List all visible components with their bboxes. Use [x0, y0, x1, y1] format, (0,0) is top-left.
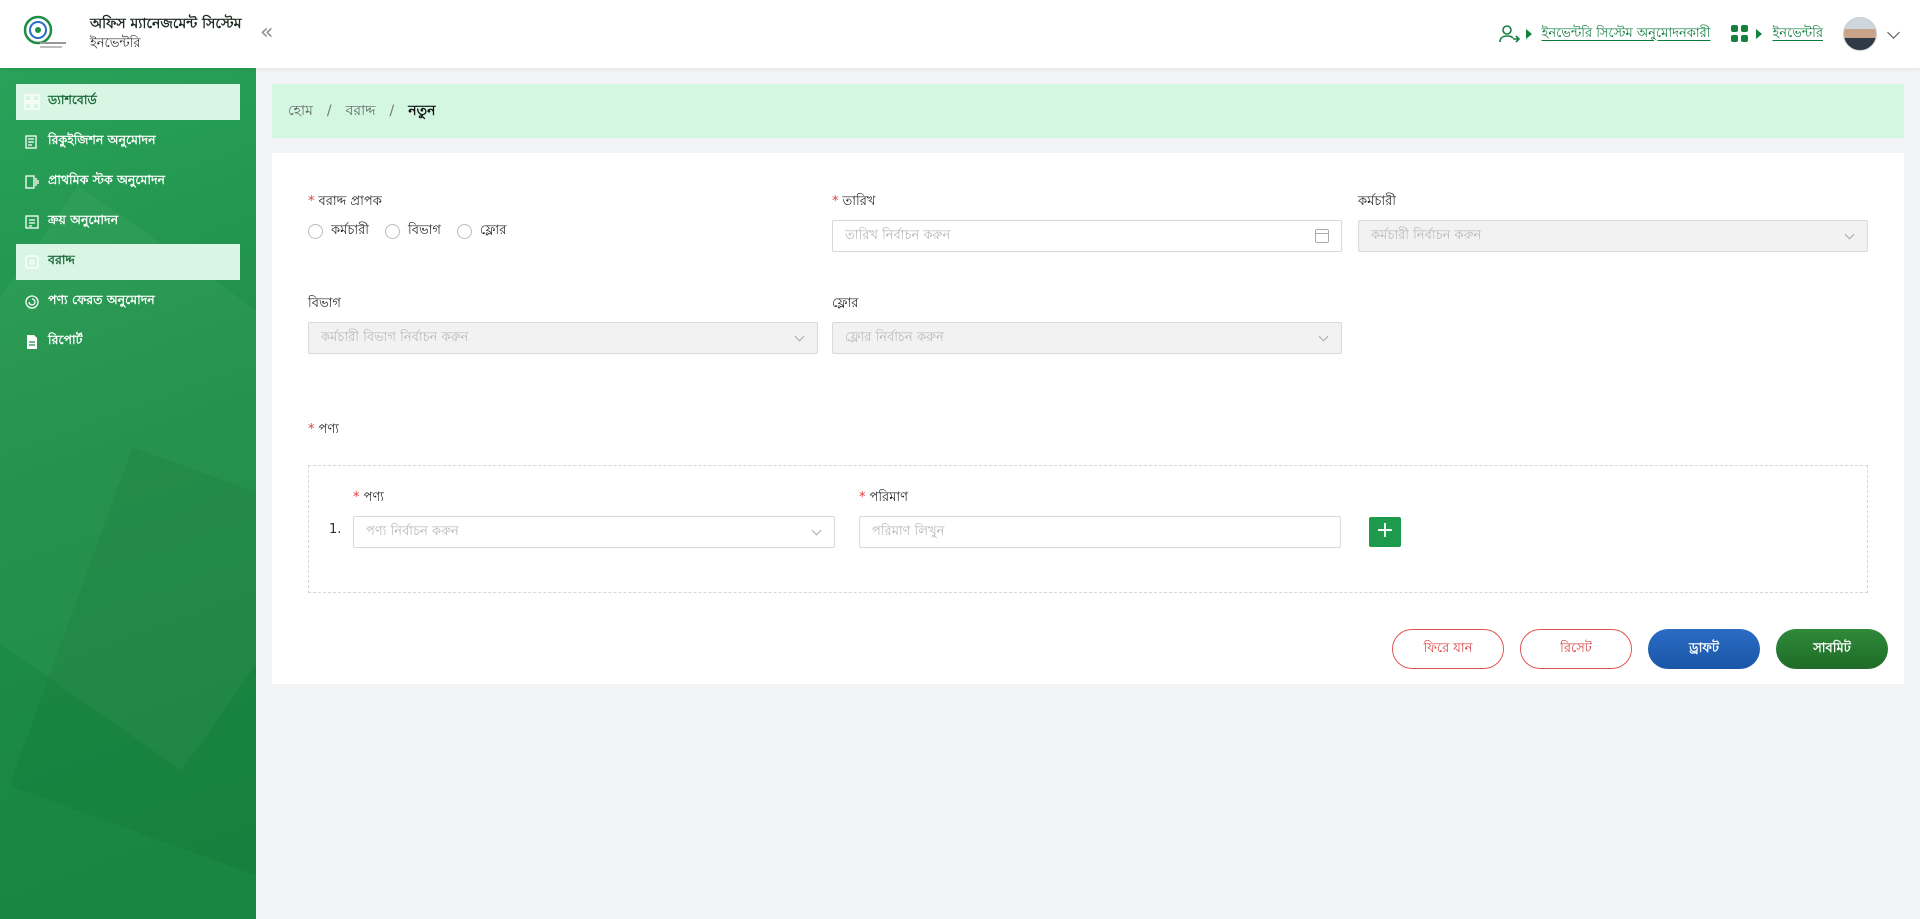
- report-icon: [24, 334, 40, 350]
- radio-label: কর্মচারী: [331, 223, 369, 238]
- breadcrumb-home[interactable]: হোম: [288, 99, 313, 123]
- chevron-down-icon: [811, 525, 822, 536]
- org-logo: [22, 14, 72, 52]
- products-label-text: পণ্য: [318, 422, 339, 437]
- caret-right-icon: [1525, 29, 1532, 39]
- product-placeholder: পণ্য নির্বাচন করুন: [366, 523, 459, 539]
- required-mark: *: [308, 194, 315, 209]
- module-link[interactable]: ইনভেন্টরি: [1772, 24, 1823, 45]
- date-picker[interactable]: তারিখ নির্বাচন করুন: [832, 220, 1342, 252]
- user-switch-icon: [1498, 23, 1520, 45]
- radio-circle[interactable]: [308, 224, 323, 239]
- sidebar: ড্যাশবোর্ড রিকুইজিশন অনুমোদন প্রাথমিক স্…: [0, 68, 256, 919]
- recipient-label: * বরাদ্দ প্রাপক: [308, 192, 382, 213]
- row-index: 1.: [329, 522, 342, 537]
- breadcrumb-separator: /: [389, 103, 395, 119]
- date-label: * তারিখ: [832, 192, 875, 213]
- quantity-label-text: পরিমাণ: [869, 490, 909, 505]
- required-mark: *: [832, 194, 839, 209]
- role-link[interactable]: ইনভেন্টরি সিস্টেম অনুমোদনকারী: [1542, 24, 1711, 45]
- employee-placeholder: কর্মচারী নির্বাচন করুন: [1371, 227, 1482, 243]
- sidebar-item-allocation[interactable]: বরাদ্দ: [16, 244, 240, 280]
- sidebar-item-label: বরাদ্দ: [48, 252, 75, 267]
- sidebar-item-label: ড্যাশবোর্ড: [48, 92, 97, 107]
- chevron-down-icon[interactable]: [1887, 25, 1900, 39]
- date-label-text: তারিখ: [842, 194, 876, 209]
- department-placeholder: কর্মচারী বিভাগ নির্বাচন করুন: [321, 329, 469, 345]
- return-icon: [24, 294, 40, 310]
- department-label: বিভাগ: [308, 296, 341, 311]
- back-button[interactable]: ফিরে যান: [1392, 629, 1504, 669]
- radio-employee[interactable]: কর্মচারী: [308, 221, 369, 242]
- dashboard-icon: [24, 94, 40, 110]
- sidebar-item-requisition[interactable]: রিকুইজিশন অনুমোদন: [16, 124, 240, 160]
- sidebar-item-label: প্রাথমিক স্টক অনুমোদন: [48, 172, 166, 187]
- floor-label: ফ্লোর: [832, 296, 859, 311]
- allocation-icon: [24, 254, 40, 270]
- radio-circle[interactable]: [456, 224, 472, 239]
- submit-button[interactable]: সাবমিট: [1776, 629, 1888, 669]
- sidebar-item-label: ক্রয় অনুমোদন: [48, 212, 119, 227]
- calendar-icon[interactable]: [1315, 229, 1329, 243]
- recipient-radio-group: কর্মচারী বিভাগ ফ্লোর: [308, 221, 522, 242]
- header-right: ইনভেন্টরি সিস্টেম অনুমোদনকারী ইনভেন্টরি: [1498, 14, 1900, 54]
- breadcrumb: হোম / বরাদ্দ / নতুন: [272, 84, 1904, 138]
- sidebar-item-initial-stock[interactable]: প্রাথমিক স্টক অনুমোদন: [16, 164, 240, 200]
- sidebar-nav: ড্যাশবোর্ড রিকুইজিশন অনুমোদন প্রাথমিক স্…: [16, 84, 240, 364]
- collapse-sidebar-button[interactable]: «: [260, 20, 282, 46]
- quantity-label: * পরিমাণ: [859, 488, 908, 509]
- chevron-down-icon: [794, 331, 805, 342]
- breadcrumb-current: নতুন: [408, 103, 436, 119]
- employee-select[interactable]: কর্মচারী নির্বাচন করুন: [1358, 220, 1868, 252]
- top-header: অফিস ম্যানেজমেন্ট সিস্টেম ইনভেন্টরি « ইন…: [0, 0, 1920, 68]
- apps-grid-icon[interactable]: [1730, 24, 1750, 44]
- allocation-form-card: * বরাদ্দ প্রাপক কর্মচারী বিভাগ ফ্লোর * তার…: [272, 153, 1904, 684]
- breadcrumb-allocation[interactable]: বরাদ্দ: [346, 99, 376, 123]
- purchase-icon: [24, 214, 40, 230]
- reset-button[interactable]: রিসেট: [1520, 629, 1632, 669]
- radio-label: ফ্লোর: [479, 223, 507, 238]
- sidebar-item-label: পণ্য ফেরত অনুমোদন: [48, 292, 155, 307]
- stock-icon: [24, 174, 40, 190]
- product-select[interactable]: পণ্য নির্বাচন করুন: [353, 516, 835, 548]
- requisition-icon: [24, 134, 40, 150]
- date-placeholder: তারিখ নির্বাচন করুন: [845, 227, 951, 243]
- product-label: * পণ্য: [353, 488, 384, 509]
- chevron-down-icon: [1844, 229, 1855, 240]
- quantity-input[interactable]: পরিমাণ লিখুন: [859, 516, 1341, 548]
- breadcrumb-separator: /: [326, 103, 332, 119]
- products-section-label: * পণ্য: [308, 420, 339, 441]
- user-avatar[interactable]: [1843, 17, 1877, 51]
- product-list-box: * পণ্য 1. পণ্য নির্বাচন করুন * পরিমাণ পরিম…: [308, 465, 1868, 593]
- radio-label: বিভাগ: [407, 223, 441, 238]
- employee-label: কর্মচারী: [1358, 194, 1396, 209]
- app-subtitle: ইনভেন্টরি: [90, 36, 141, 51]
- sidebar-item-dashboard[interactable]: ড্যাশবোর্ড: [16, 84, 240, 120]
- sidebar-item-report[interactable]: রিপোর্ট: [16, 324, 240, 360]
- caret-right-icon: [1756, 29, 1763, 39]
- radio-department[interactable]: বিভাগ: [384, 221, 441, 242]
- recipient-label-text: বরাদ্দ প্রাপক: [318, 194, 382, 209]
- chevron-down-icon: [1318, 331, 1329, 342]
- required-mark: *: [859, 490, 866, 505]
- radio-circle[interactable]: [384, 224, 400, 239]
- department-select[interactable]: কর্মচারী বিভাগ নির্বাচন করুন: [308, 322, 818, 354]
- brand-block: অফিস ম্যানেজমেন্ট সিস্টেম ইনভেন্টরি: [90, 14, 242, 54]
- product-label-text: পণ্য: [363, 490, 384, 505]
- radio-floor[interactable]: ফ্লোর: [456, 221, 507, 242]
- quantity-placeholder: পরিমাণ লিখুন: [872, 523, 945, 539]
- sidebar-item-label: রিপোর্ট: [48, 332, 83, 347]
- add-product-row-button[interactable]: +: [1369, 517, 1401, 547]
- required-mark: *: [308, 422, 315, 437]
- app-title: অফিস ম্যানেজমেন্ট সিস্টেম: [90, 16, 242, 32]
- required-mark: *: [353, 490, 360, 505]
- draft-button[interactable]: ড্রাফট: [1648, 629, 1760, 669]
- floor-select[interactable]: ফ্লোর নির্বাচন করুন: [832, 322, 1342, 354]
- sidebar-item-label: রিকুইজিশন অনুমোদন: [48, 132, 156, 147]
- sidebar-item-purchase[interactable]: ক্রয় অনুমোদন: [16, 204, 240, 240]
- sidebar-item-product-return[interactable]: পণ্য ফেরত অনুমোদন: [16, 284, 240, 320]
- floor-placeholder: ফ্লোর নির্বাচন করুন: [845, 329, 944, 345]
